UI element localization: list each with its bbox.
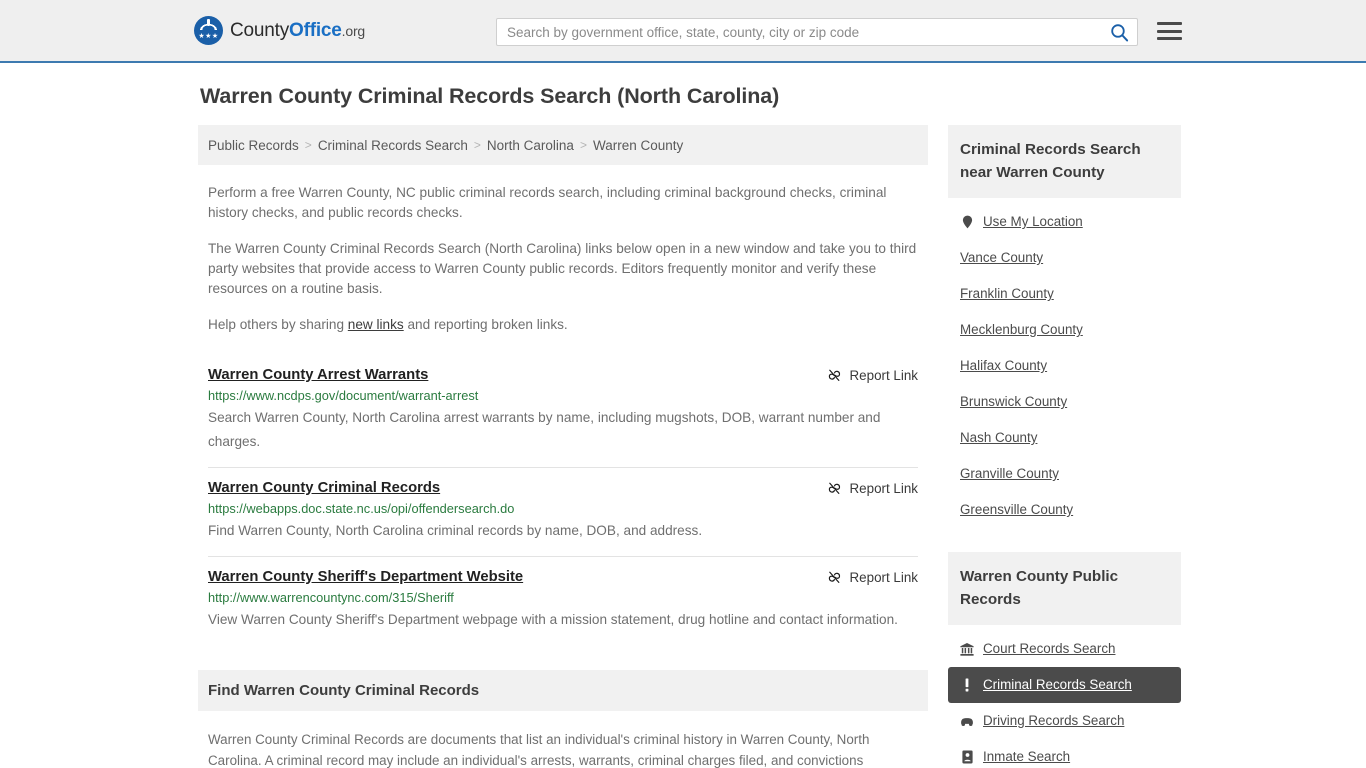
report-link-label: Report Link — [849, 368, 918, 383]
sidebar-nearby-block: Criminal Records Search near Warren Coun… — [948, 125, 1181, 528]
car-icon — [960, 714, 974, 729]
sidebar-public-records-block: Warren County Public Records Court Recor… — [948, 552, 1181, 768]
sidebar-item-brunswick-county[interactable]: Brunswick County — [948, 384, 1181, 420]
report-link-button[interactable]: Report Link — [827, 368, 918, 383]
intro-paragraph-3: Help others by sharing new links and rep… — [208, 315, 918, 335]
brand-wordmark: CountyOffice.org — [230, 20, 365, 42]
site-header: ★★★ CountyOffice.org — [0, 0, 1366, 63]
id-badge-icon — [960, 750, 974, 765]
search-button[interactable] — [1101, 19, 1137, 45]
search-bar — [496, 18, 1138, 46]
intro-paragraph-1: Perform a free Warren County, NC public … — [208, 185, 887, 220]
search-icon — [1110, 23, 1128, 41]
intro-p3-after: and reporting broken links. — [403, 317, 568, 332]
sidebar-item-franklin-county[interactable]: Franklin County — [948, 276, 1181, 312]
new-links-link[interactable]: new links — [348, 317, 404, 332]
result-url: https://webapps.doc.state.nc.us/opi/offe… — [208, 501, 515, 516]
sidebar-item-inmate-search[interactable]: Inmate Search — [948, 739, 1181, 768]
find-records-section: Find Warren County Criminal Records Warr… — [198, 670, 928, 768]
sidebar-nearby-list: Use My Location Vance County Franklin Co… — [948, 198, 1181, 528]
page-title: Warren County Criminal Records Search (N… — [200, 84, 780, 108]
result-item: Warren County Arrest Warrants Report Lin… — [208, 357, 918, 467]
broken-link-icon — [828, 571, 840, 583]
result-url: http://www.warrencountync.com/315/Sherif… — [208, 590, 454, 605]
breadcrumb-item-public-records[interactable]: Public Records — [208, 138, 299, 153]
sidebar-item-vance-county[interactable]: Vance County — [948, 240, 1181, 276]
result-description: Find Warren County, North Carolina crimi… — [208, 523, 703, 538]
sidebar-item-label: Vance County — [960, 250, 1044, 265]
main-content: Public Records > Criminal Records Search… — [198, 125, 928, 768]
sidebar-item-label: Greensville County — [960, 502, 1074, 517]
intro-p3-before: Help others by sharing — [208, 317, 348, 332]
result-title-link[interactable]: Warren County Sheriff's Department Websi… — [208, 569, 523, 585]
report-link-button[interactable]: Report Link — [827, 481, 918, 496]
sidebar-item-criminal-records-search[interactable]: Criminal Records Search — [948, 667, 1181, 703]
report-link-label: Report Link — [849, 481, 918, 496]
result-description: Search Warren County, North Carolina arr… — [208, 410, 881, 449]
result-title-link[interactable]: Warren County Arrest Warrants — [208, 367, 428, 383]
intro-paragraph-2: The Warren County Criminal Records Searc… — [208, 241, 917, 296]
sidebar-item-label: Granville County — [960, 466, 1059, 481]
breadcrumb: Public Records > Criminal Records Search… — [198, 125, 928, 165]
broken-link-icon — [828, 369, 840, 381]
sidebar-public-records-heading: Warren County Public Records — [948, 552, 1181, 625]
result-item: Warren County Criminal Records Report Li… — [208, 467, 918, 556]
intro-section: Perform a free Warren County, NC public … — [198, 183, 928, 335]
sidebar-item-label: Halifax County — [960, 358, 1048, 373]
hamburger-menu-icon[interactable] — [1157, 20, 1182, 42]
breadcrumb-item-north-carolina[interactable]: North Carolina — [487, 138, 574, 153]
report-link-label: Report Link — [849, 570, 918, 585]
sidebar-item-granville-county[interactable]: Granville County — [948, 456, 1181, 492]
sidebar-item-label: Inmate Search — [983, 749, 1071, 764]
sidebar-item-label: Court Records Search — [983, 641, 1116, 656]
find-records-paragraph: Warren County Criminal Records are docum… — [208, 732, 870, 768]
sidebar-item-label: Use My Location — [983, 214, 1083, 229]
result-url: https://www.ncdps.gov/document/warrant-a… — [208, 388, 479, 403]
broken-link-icon — [828, 482, 840, 494]
breadcrumb-separator: > — [579, 138, 587, 152]
breadcrumb-item-criminal-records-search[interactable]: Criminal Records Search — [318, 138, 468, 153]
sidebar-item-label: Nash County — [960, 430, 1038, 445]
results-list: Warren County Arrest Warrants Report Lin… — [198, 357, 928, 645]
brand-part-1: County — [230, 19, 290, 41]
sidebar-item-greensville-county[interactable]: Greensville County — [948, 492, 1181, 528]
sidebar-item-label: Driving Records Search — [983, 713, 1125, 728]
page-container: Warren County Criminal Records Search (N… — [190, 63, 1181, 768]
result-description: View Warren County Sheriff's Department … — [208, 612, 898, 627]
sidebar-item-use-my-location[interactable]: Use My Location — [948, 204, 1181, 240]
result-title-link[interactable]: Warren County Criminal Records — [208, 480, 440, 496]
sidebar-public-records-list: Court Records Search Criminal Records Se… — [948, 625, 1181, 768]
sidebar-item-label: Brunswick County — [960, 394, 1068, 409]
find-records-heading: Find Warren County Criminal Records — [198, 670, 928, 711]
exclamation-icon — [960, 678, 974, 693]
report-link-button[interactable]: Report Link — [827, 570, 918, 585]
sidebar-item-halifax-county[interactable]: Halifax County — [948, 348, 1181, 384]
sidebar-item-label: Mecklenburg County — [960, 322, 1083, 337]
brand-part-3: .org — [341, 22, 366, 39]
county-office-eagle-icon: ★★★ — [194, 16, 223, 45]
search-input[interactable] — [497, 19, 1101, 45]
result-item: Warren County Sheriff's Department Websi… — [208, 556, 918, 645]
sidebar-item-label: Franklin County — [960, 286, 1054, 301]
breadcrumb-separator: > — [304, 138, 312, 152]
brand-part-2: Office — [289, 19, 342, 41]
map-pin-icon — [960, 215, 974, 230]
sidebar: Criminal Records Search near Warren Coun… — [948, 125, 1181, 768]
breadcrumb-item-warren-county: Warren County — [592, 137, 684, 153]
sidebar-item-mecklenburg-county[interactable]: Mecklenburg County — [948, 312, 1181, 348]
breadcrumb-separator: > — [473, 138, 481, 152]
sidebar-item-court-records-search[interactable]: Court Records Search — [948, 631, 1181, 667]
courthouse-icon — [960, 642, 974, 657]
sidebar-item-driving-records-search[interactable]: Driving Records Search — [948, 703, 1181, 739]
sidebar-nearby-heading: Criminal Records Search near Warren Coun… — [948, 125, 1181, 198]
sidebar-item-nash-county[interactable]: Nash County — [948, 420, 1181, 456]
sidebar-item-label: Criminal Records Search — [983, 677, 1132, 692]
site-logo[interactable]: ★★★ CountyOffice.org — [194, 16, 365, 45]
